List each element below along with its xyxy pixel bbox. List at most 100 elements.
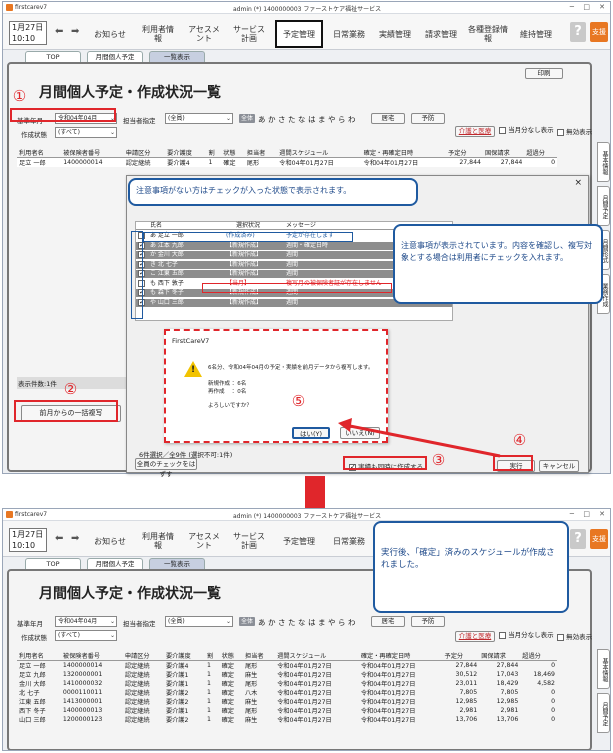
menu-maintenance[interactable]: 維持管理 [515,20,557,48]
column-header[interactable]: 国保請求 [482,148,525,158]
column-header[interactable]: 確定・再確定日時 [358,651,443,661]
column-header[interactable]: 国保請求 [479,651,521,661]
kana-filter[interactable]: あかさたなはまやらわ [258,617,358,628]
back-arrow-icon[interactable]: ⬅ [55,533,63,544]
kana-filter[interactable]: あかさたなはまやらわ [258,114,358,125]
column-header[interactable]: 予定分 [442,651,480,661]
all-filter-button[interactable]: 全体 [239,114,255,123]
column-header[interactable]: 状態 [219,651,243,661]
table-row[interactable]: 北 七子 0000110011 認定継続 要介護2 1 確定 八木 令和04年01月27日 令和… [17,688,557,697]
all-filter-button[interactable]: 全体 [239,617,255,626]
yobo-button[interactable]: 予防 [411,113,445,124]
table-row[interactable]: 足立 一郎 1400000014 認定継続 要介護4 1 確定 尾形 令和04年01月27日 令… [17,661,557,670]
help-icon[interactable]: ? [570,529,586,549]
column-header[interactable]: 利用者名 [17,148,62,158]
menu-results[interactable]: 実績管理 [375,20,415,48]
column-header[interactable]: 割 [205,651,220,661]
column-header[interactable]: 週間スケジュール [277,148,362,158]
menu-user-info[interactable]: 利用者情報 [141,527,175,555]
close-icon[interactable]: ✕ [599,3,605,11]
support-icon[interactable]: 支援 [590,22,608,42]
monthly-checkbox[interactable] [499,631,506,639]
print-button[interactable]: 印刷 [525,68,563,79]
status-select[interactable]: (すべて) ⌄ [55,630,117,641]
menu-daily[interactable]: 日常業務 [329,527,369,555]
table-row[interactable]: 足立 一郎 1400000014 認定継続 要介護4 1 確定 尾形 令和04年01月27日 令… [17,157,557,167]
column-header[interactable]: 申請区分 [122,651,164,661]
column-header[interactable]: 申請区分 [123,148,166,158]
monthly-check-option[interactable]: 当月分なし表示 [499,629,554,639]
support-icon[interactable]: 支援 [590,529,608,549]
column-header[interactable]: 担当者 [244,148,278,158]
column-header[interactable]: 予定分 [446,148,483,158]
side-tab-monthly[interactable]: 月間予定 [597,186,610,226]
monthly-checkbox[interactable] [499,126,506,134]
yobo-button[interactable]: 予防 [411,616,445,627]
tab-top[interactable]: TOP [25,51,81,62]
back-arrow-icon[interactable]: ⬅ [55,26,63,37]
dialog-close-icon[interactable]: × [574,178,582,188]
invalid-checkbox[interactable] [557,128,564,136]
column-header[interactable]: 利用者名 [17,651,61,661]
confirm-yes-button[interactable]: はい(Y) [292,427,330,439]
forward-arrow-icon[interactable]: ➡ [71,533,79,544]
side-tab-monthly[interactable]: 月間予定 [597,693,610,733]
care-medical-link[interactable]: 介護と医療 [455,631,495,642]
column-header[interactable]: 割 [206,148,222,158]
menu-news[interactable]: お知らせ [89,527,131,555]
column-header[interactable]: 被保険者番号 [60,651,123,661]
menu-service-plan[interactable]: サービス計画 [231,20,267,48]
column-header[interactable]: 確定・再確定日時 [361,148,447,158]
column-header[interactable]: 被保険者番号 [61,148,124,158]
staff-select[interactable]: (全員) ⌄ [165,113,233,124]
column-header[interactable]: 超過分 [520,651,557,661]
minimize-icon[interactable]: ─ [570,510,574,518]
invalid-check-option[interactable]: 無効表示 [557,126,592,136]
tab-list-view[interactable]: 一覧表示 [149,51,205,62]
menu-registration[interactable]: 各種登録情報 [467,20,509,48]
confirm-no-button[interactable]: いいえ(N) [340,427,380,439]
table-row[interactable]: 金川 大郎 1410000032 認定継続 要介護1 1 確定 尾形 令和04年01月27日 令… [17,679,557,688]
column-header[interactable]: 超過分 [524,148,557,158]
uncheck-all-button[interactable]: 全員のチェックをはずす [135,458,197,478]
care-medical-link[interactable]: 介護と医療 [455,126,495,137]
table-row[interactable]: 江東 五郎 1413000001 認定継続 要介護2 1 確定 麻生 令和04年01月27日 令… [17,697,557,706]
menu-assessment[interactable]: アセスメント [186,20,222,48]
tab-monthly-personal[interactable]: 月間個人予定 [87,51,143,62]
menu-billing[interactable]: 請求管理 [421,20,461,48]
minimize-icon[interactable]: ─ [570,3,574,11]
invalid-check-option[interactable]: 無効表示 [557,631,592,641]
close-icon[interactable]: ✕ [599,510,605,518]
menu-schedule[interactable]: 予定管理 [275,527,323,555]
base-month-select[interactable]: 令和04年04月 ⌄ [55,616,117,627]
help-icon[interactable]: ? [570,22,586,42]
menu-daily[interactable]: 日常業務 [329,20,369,48]
column-header[interactable]: 状態 [221,148,245,158]
maximize-icon[interactable]: □ [583,3,590,11]
monthly-check-option[interactable]: 当月分なし表示 [499,124,554,134]
menu-service-plan[interactable]: サービス計画 [231,527,267,555]
column-header[interactable]: 担当者 [242,651,276,661]
table-row[interactable]: 足立 九郎 1320000001 認定継続 要介護1 1 確定 麻生 令和04年01月27日 令… [17,670,557,679]
kyotaku-button[interactable]: 居宅 [371,616,405,627]
column-header[interactable]: 要介護度 [163,651,206,661]
tab-monthly-personal[interactable]: 月間個人予定 [87,558,143,569]
table-row[interactable]: 山口 三郎 1200000123 認定継続 要介護2 1 確定 麻生 令和04年01月27日 令… [17,715,557,724]
tab-top[interactable]: TOP [25,558,81,569]
forward-arrow-icon[interactable]: ➡ [71,26,79,37]
column-header[interactable]: 要介護度 [165,148,207,158]
table-row[interactable]: 西下 冬子 1400000013 認定継続 要介護1 1 確定 尾形 令和04年01月27日 令… [17,706,557,715]
cancel-button[interactable]: キャンセル [539,460,579,472]
side-tab-basic[interactable]: 基本情報 [597,142,610,182]
menu-assessment[interactable]: アセスメント [186,527,222,555]
menu-news[interactable]: お知らせ [89,20,131,48]
menu-schedule[interactable]: 予定管理 [275,20,323,48]
invalid-checkbox[interactable] [557,633,564,641]
menu-user-info[interactable]: 利用者情報 [141,20,175,48]
maximize-icon[interactable]: □ [583,510,590,518]
staff-select[interactable]: (全員) ⌄ [165,616,233,627]
column-header[interactable]: 週間スケジュール [275,651,359,661]
kyotaku-button[interactable]: 居宅 [371,113,405,124]
side-tab-basic[interactable]: 基本情報 [597,649,610,689]
status-select[interactable]: (すべて) ⌄ [55,127,117,138]
